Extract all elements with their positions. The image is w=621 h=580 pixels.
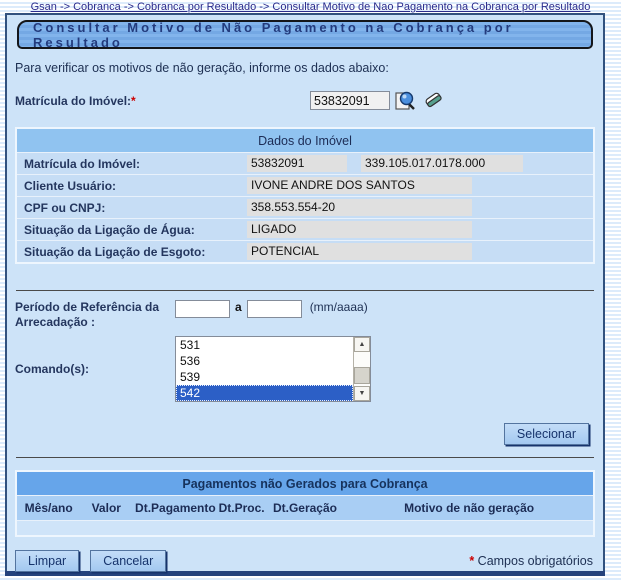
selecionar-button[interactable]: Selecionar <box>504 423 589 445</box>
listbox-scrollbar[interactable]: ▲ ▼ <box>353 337 370 401</box>
table-row: Matrícula do Imóvel: 53832091 339.105.01… <box>17 152 593 174</box>
field-label: CPF ou CNPJ: <box>24 201 247 215</box>
pagamentos-empty-body <box>17 520 593 535</box>
periodo-row: Período de Referência da Arrecadação : a… <box>15 300 595 330</box>
matricula-input[interactable] <box>310 91 390 110</box>
comando-row: Comando(s): 531 536 539 542 ▲ ▼ <box>15 336 595 402</box>
page-title: Consultar Motivo de Não Pagamento na Cob… <box>33 20 591 50</box>
field-label: Situação da Ligação de Água: <box>24 223 247 237</box>
field-label: Situação da Ligação de Esgoto: <box>24 245 247 259</box>
column-header: Mês/ano <box>17 501 80 515</box>
scrollbar-track[interactable] <box>354 352 370 386</box>
periodo-format-hint: (mm/aaaa) <box>310 300 368 314</box>
search-imovel-icon[interactable] <box>395 90 418 111</box>
cancelar-button[interactable]: Cancelar <box>90 550 166 572</box>
matricula-value: 53832091 <box>247 155 347 172</box>
periodo-label: Período de Referência da Arrecadação : <box>15 300 175 330</box>
eraser-icon[interactable] <box>423 90 444 111</box>
comandos-label: Comando(s): <box>15 362 175 376</box>
field-label: Matrícula do Imóvel: <box>24 157 247 171</box>
list-item[interactable]: 539 <box>176 369 353 385</box>
inscricao-value: 339.105.017.0178.000 <box>361 155 523 172</box>
matricula-label: Matrícula do Imóvel:* <box>15 94 310 108</box>
dados-imovel-section: Dados do Imóvel Matrícula do Imóvel: 538… <box>15 127 595 264</box>
pagamentos-header: Pagamentos não Gerados para Cobrança <box>17 472 593 495</box>
periodo-final-input[interactable] <box>247 300 302 318</box>
dados-imovel-header: Dados do Imóvel <box>17 129 593 152</box>
scroll-down-icon[interactable]: ▼ <box>354 386 370 401</box>
column-header: Dt.Proc. <box>219 501 265 515</box>
cliente-value: IVONE ANDRE DOS SANTOS <box>247 177 472 194</box>
matricula-row: Matrícula do Imóvel:* <box>15 90 595 111</box>
cpf-value: 358.553.554-20 <box>247 199 472 216</box>
required-asterisk: * <box>131 94 136 108</box>
scrollbar-thumb[interactable] <box>354 367 370 384</box>
comandos-listbox[interactable]: 531 536 539 542 ▲ ▼ <box>175 336 371 402</box>
ligacao-esgoto-value: POTENCIAL <box>247 243 472 260</box>
ligacao-agua-value: LIGADO <box>247 221 472 238</box>
main-window: Consultar Motivo de Não Pagamento na Cob… <box>5 13 605 571</box>
page-title-bar: Consultar Motivo de Não Pagamento na Cob… <box>17 20 593 49</box>
field-label: Cliente Usuário: <box>24 179 247 193</box>
intro-text: Para verificar os motivos de não geração… <box>15 61 595 75</box>
list-item[interactable]: 531 <box>176 337 353 353</box>
limpar-button[interactable]: Limpar <box>15 550 79 572</box>
breadcrumb[interactable]: Gsan -> Cobranca -> Cobranca por Resulta… <box>0 0 621 13</box>
list-item[interactable]: 536 <box>176 353 353 369</box>
table-row: Situação da Ligação de Água: LIGADO <box>17 218 593 240</box>
pagamentos-section: Pagamentos não Gerados para Cobrança Mês… <box>15 470 595 537</box>
divider <box>16 457 594 458</box>
list-item-selected[interactable]: 542 <box>176 385 353 401</box>
column-header: Dt.Pagamento <box>132 501 218 515</box>
periodo-inicial-input[interactable] <box>175 300 230 318</box>
column-header: Valor <box>80 501 132 515</box>
scroll-up-icon[interactable]: ▲ <box>354 337 370 352</box>
divider <box>16 290 594 291</box>
table-row: Cliente Usuário: IVONE ANDRE DOS SANTOS <box>17 174 593 196</box>
required-fields-note: * Campos obrigatórios <box>469 554 595 568</box>
footer-actions: Limpar Cancelar * Campos obrigatórios <box>15 550 595 572</box>
column-header: Motivo de não geração <box>345 501 593 515</box>
selecionar-row: Selecionar <box>15 423 595 445</box>
table-row: Situação da Ligação de Esgoto: POTENCIAL <box>17 240 593 262</box>
pagamentos-column-headers: Mês/ano Valor Dt.Pagamento Dt.Proc. Dt.G… <box>17 495 593 520</box>
table-row: CPF ou CNPJ: 358.553.554-20 <box>17 196 593 218</box>
periodo-connector: a <box>235 300 242 314</box>
column-header: Dt.Geração <box>265 501 346 515</box>
